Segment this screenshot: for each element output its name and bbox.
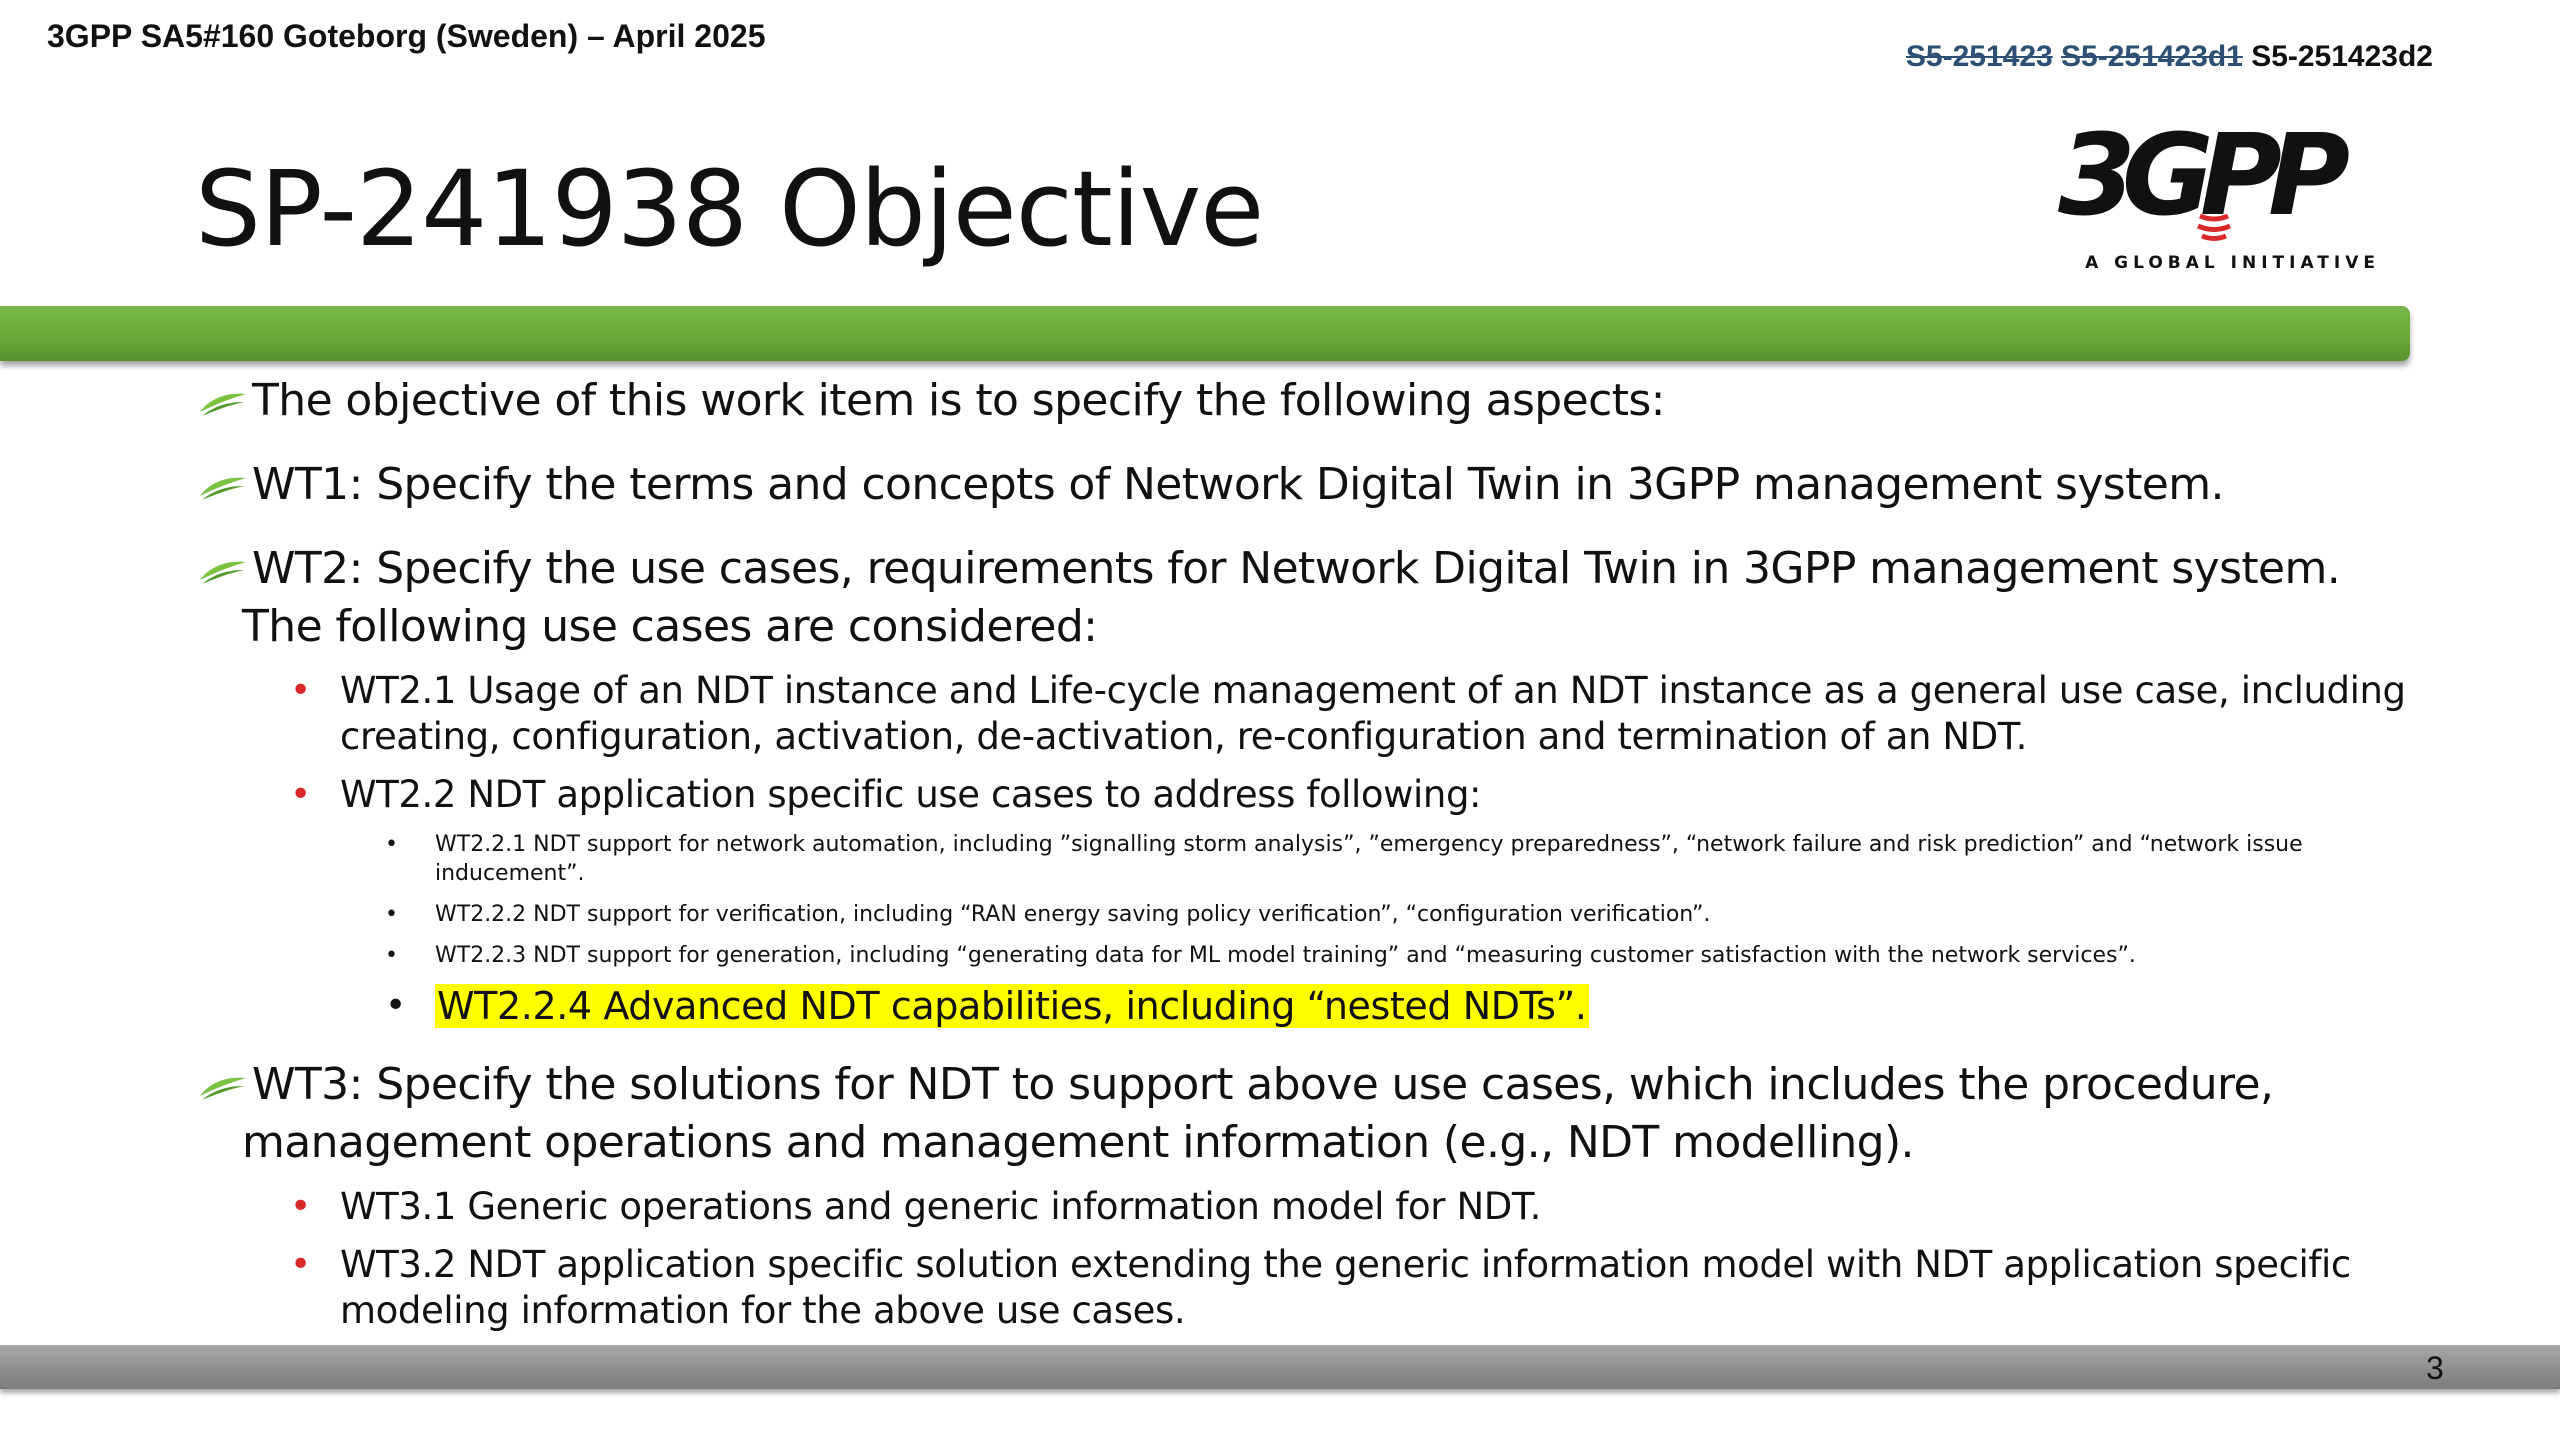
leaf-swoosh-icon — [200, 561, 246, 584]
black-bullet-dot: • — [385, 985, 406, 1026]
red-bullet-dot: • — [290, 774, 311, 815]
wt3-1-line-1: WT3.1 Generic operations and generic inf… — [340, 1185, 1542, 1228]
black-bullet-dot: • — [385, 943, 398, 968]
wt2-2-3-line-1: WT2.2.3 NDT support for generation, incl… — [435, 943, 2136, 968]
leaf-swoosh-icon — [200, 1077, 246, 1100]
doc-id-struck-2: S5-251423d1 — [2061, 40, 2243, 73]
intro-text: The objective of this work item is to sp… — [252, 375, 1666, 426]
bullet-wt1: WT1: Specify the terms and concepts of N… — [195, 456, 2435, 514]
wt2-2-4-highlighted-text: WT2.2.4 Advanced NDT capabilities, inclu… — [435, 984, 1589, 1028]
wt3-line-2: management operations and management inf… — [242, 1117, 1915, 1168]
sub-bullet-wt2-2: • WT2.2 NDT application specific use cas… — [195, 772, 2435, 818]
wt2-line-2: The following use cases are considered: — [242, 601, 1098, 652]
doc-id-struck-1: S5-251423 — [1905, 40, 2053, 73]
bullet-intro: The objective of this work item is to sp… — [195, 372, 2435, 430]
wt2-2-1-line-2: inducement”. — [435, 861, 585, 886]
page-number: 3 — [2426, 1350, 2444, 1386]
wt2-1-line-2: creating, configuration, activation, de-… — [340, 715, 2027, 758]
logo-wordmark: 3GPP — [2058, 111, 2349, 241]
black-bullet-dot: • — [385, 902, 398, 927]
bullet-wt2: WT2: Specify the use cases, requirements… — [195, 540, 2435, 656]
wt1-text: WT1: Specify the terms and concepts of N… — [252, 459, 2224, 510]
slide-body: The objective of this work item is to sp… — [195, 372, 2435, 1334]
wt2-2-1-line-1: WT2.2.1 NDT support for network automati… — [435, 832, 2303, 857]
subsub-bullet-wt2-2-4: • WT2.2.4 Advanced NDT capabilities, inc… — [195, 982, 2435, 1030]
red-bullet-dot: • — [290, 1186, 311, 1227]
wt2-1-line-1: WT2.1 Usage of an NDT instance and Life-… — [340, 669, 2406, 712]
wt3-line-1: WT3: Specify the solutions for NDT to su… — [252, 1059, 2274, 1110]
wt3-2-line-1: WT3.2 NDT application specific solution … — [340, 1243, 2351, 1286]
red-bullet-dot: • — [290, 670, 311, 711]
meeting-info: 3GPP SA5#160 Goteborg (Sweden) – April 2… — [47, 18, 766, 54]
red-bullet-dot: • — [290, 1244, 311, 1285]
footer-bar — [0, 1345, 2560, 1389]
subsub-bullet-wt2-2-2: • WT2.2.2 NDT support for verification, … — [195, 900, 2435, 929]
3gpp-logo: 3GPP A GLOBAL INITIATIVE — [2050, 96, 2380, 286]
subsub-bullet-wt2-2-1: • WT2.2.1 NDT support for network automa… — [195, 830, 2435, 888]
wt2-2-2-line-1: WT2.2.2 NDT support for verification, in… — [435, 902, 1711, 927]
document-ids: S5-251423 S5-251423d1 S5-251423d2 — [1906, 40, 2433, 74]
sub-bullet-wt2-1: • WT2.1 Usage of an NDT instance and Lif… — [195, 668, 2435, 760]
subsub-bullet-wt2-2-3: • WT2.2.3 NDT support for generation, in… — [195, 941, 2435, 970]
black-bullet-dot: • — [385, 832, 398, 857]
slide-title: SP-241938 Objective — [195, 148, 1264, 270]
sub-bullet-wt3-2: • WT3.2 NDT application specific solutio… — [195, 1242, 2435, 1334]
wt3-2-line-2: modeling information for the above use c… — [340, 1289, 1186, 1332]
bullet-wt3: WT3: Specify the solutions for NDT to su… — [195, 1056, 2435, 1172]
wt2-line-1: WT2: Specify the use cases, requirements… — [252, 543, 2341, 594]
title-divider-bar — [0, 306, 2410, 361]
wt2-2-line-1: WT2.2 NDT application specific use cases… — [340, 773, 1482, 816]
leaf-swoosh-icon — [200, 393, 246, 416]
sub-bullet-wt3-1: • WT3.1 Generic operations and generic i… — [195, 1184, 2435, 1230]
logo-tagline: A GLOBAL INITIATIVE — [2085, 253, 2380, 273]
doc-id-current: S5-251423d2 — [2251, 40, 2433, 73]
leaf-swoosh-icon — [200, 477, 246, 500]
